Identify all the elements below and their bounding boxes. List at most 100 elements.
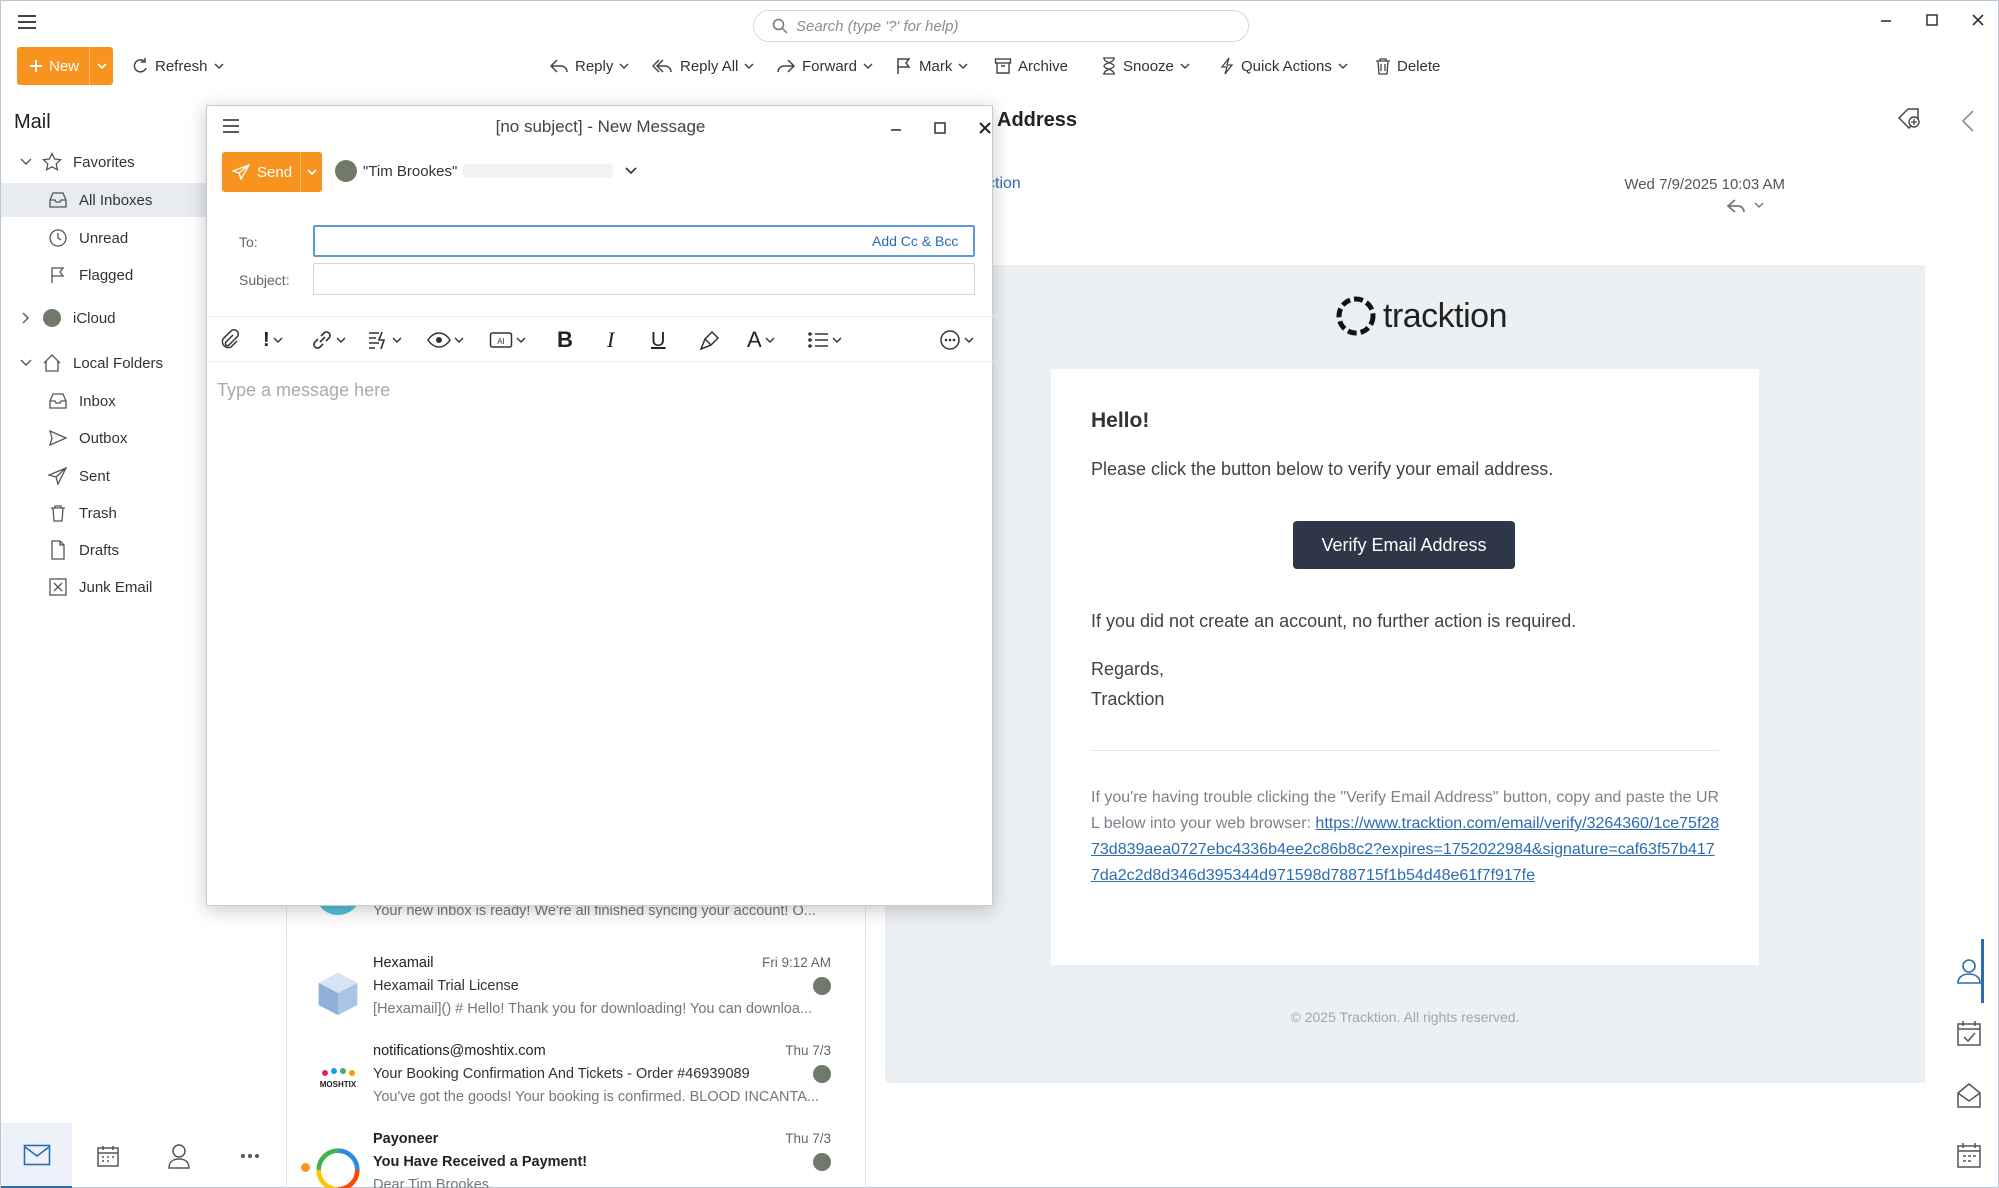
mail-icon[interactable] [1, 1123, 73, 1188]
message-preview: Dear Tim Brookes [373, 1177, 490, 1188]
account-avatar-icon [813, 1065, 831, 1083]
archive-label: Archive [1018, 57, 1069, 75]
home-icon [41, 353, 63, 373]
svg-text:MOSHTIX: MOSHTIX [320, 1080, 357, 1089]
contact-icon[interactable] [1955, 957, 1983, 985]
italic-icon[interactable]: I [607, 325, 614, 355]
maximize-icon[interactable] [925, 114, 955, 142]
verify-email-button[interactable]: Verify Email Address [1293, 521, 1515, 569]
contacts-icon[interactable] [144, 1123, 215, 1188]
calendar-icon[interactable] [72, 1123, 143, 1188]
close-icon[interactable] [1955, 7, 1999, 33]
list-item[interactable]: Payoneer Thu 7/3 You Have Received a Pay… [287, 1131, 867, 1188]
sidebar-item-favorites[interactable]: Favorites [1, 145, 211, 179]
sidebar-item-label: Local Folders [73, 354, 164, 372]
sidebar-item-inbox[interactable]: Inbox [1, 384, 211, 418]
sidebar-item-label: Junk Email [79, 578, 153, 596]
sidebar-item-local-folders[interactable]: Local Folders [1, 346, 211, 380]
bulleted-list-icon[interactable] [807, 325, 842, 355]
from-account-select[interactable]: "Tim Brookes" [335, 160, 637, 182]
sidebar-item-all-inboxes[interactable]: All Inboxes [1, 183, 211, 217]
lightning-icon [1219, 57, 1235, 75]
maximize-icon[interactable] [1909, 7, 1955, 33]
font-icon[interactable]: A [747, 325, 775, 355]
more-icon[interactable] [215, 1123, 286, 1188]
sidebar-item-label: iCloud [73, 309, 116, 327]
svg-text:AI: AI [497, 337, 505, 346]
subject-field[interactable] [313, 263, 975, 295]
eye-icon[interactable] [427, 325, 464, 355]
text-field-icon[interactable]: AI [489, 325, 526, 355]
new-button[interactable]: New [17, 47, 113, 85]
message-body-editor[interactable]: Type a message here [217, 380, 390, 401]
close-icon[interactable] [970, 114, 1000, 142]
link-icon[interactable] [311, 325, 346, 355]
search-bar[interactable]: Search (type '?' for help) [753, 10, 1249, 42]
forward-button[interactable]: Forward [776, 47, 873, 85]
sidebar-item-label: Outbox [79, 429, 128, 447]
paper-plane-icon [232, 164, 250, 180]
refresh-label: Refresh [155, 57, 208, 75]
sidebar-item-label: Drafts [79, 541, 120, 559]
flag-icon [895, 57, 913, 75]
chevron-down-icon[interactable] [19, 158, 33, 166]
delete-button[interactable]: Delete [1375, 47, 1440, 85]
subject-label: Subject: [239, 272, 290, 288]
format-painter-icon[interactable] [699, 325, 721, 355]
reply-all-button[interactable]: Reply All [652, 47, 754, 85]
task-calendar-icon[interactable] [1955, 1019, 1983, 1047]
minimize-icon[interactable] [881, 114, 911, 142]
sidebar-item-label: All Inboxes [79, 191, 153, 209]
paperclip-icon[interactable] [219, 325, 239, 355]
reading-pane: Address ction Wed 7/9/2025 10:03 AM trac… [867, 101, 1935, 1188]
chevron-right-icon[interactable] [19, 312, 33, 324]
folder-sidebar: Mail Favorites All Inboxes Unread Flagge… [1, 101, 211, 1123]
mail-app-window: Search (type '?' for help) New Refresh R… [0, 0, 1999, 1188]
chevron-down-icon[interactable] [301, 168, 322, 176]
minimize-icon[interactable] [1863, 7, 1909, 33]
reply-icon[interactable] [1725, 197, 1765, 215]
delete-label: Delete [1397, 57, 1441, 75]
main-menu-icon[interactable] [15, 10, 39, 34]
sidebar-item-unread[interactable]: Unread [1, 221, 211, 255]
sidebar-item-flagged[interactable]: Flagged [1, 258, 211, 292]
calendar-icon[interactable] [1955, 1141, 1983, 1169]
add-cc-bcc-link[interactable]: Add Cc & Bcc [872, 233, 958, 249]
sidebar-item-sent[interactable]: Sent [1, 459, 211, 493]
sidebar-item-icloud[interactable]: iCloud [1, 301, 211, 335]
sidebar-item-drafts[interactable]: Drafts [1, 533, 211, 567]
list-item[interactable]: MOSHTIX notifications@moshtix.com Thu 7/… [287, 1043, 867, 1131]
sidebar-item-trash[interactable]: Trash [1, 496, 211, 530]
forward-label: Forward [802, 57, 858, 75]
reply-button[interactable]: Reply [549, 47, 629, 85]
underline-icon[interactable]: U [651, 325, 665, 355]
quick-text-icon[interactable] [367, 325, 402, 355]
archive-button[interactable]: Archive [994, 47, 1068, 85]
mark-button[interactable]: Mark [895, 47, 968, 85]
tracktion-logo-icon [1336, 296, 1376, 336]
chevron-left-icon[interactable] [1955, 107, 1983, 135]
sidebar-item-outbox[interactable]: Outbox [1, 421, 211, 455]
bold-icon[interactable]: B [557, 325, 573, 355]
reply-label: Reply [575, 57, 614, 75]
quick-actions-button[interactable]: Quick Actions [1219, 47, 1348, 85]
snooze-button[interactable]: Snooze [1101, 47, 1190, 85]
tag-add-icon[interactable] [1897, 107, 1921, 129]
chevron-down-icon [958, 62, 968, 70]
list-item[interactable]: Hexamail Fri 9:12 AM Hexamail Trial Lice… [287, 955, 867, 1043]
chevron-down-icon[interactable] [19, 359, 33, 367]
regards-text: Regards, [1091, 659, 1165, 679]
sidebar-item-label: Trash [79, 504, 117, 522]
clock-icon [47, 228, 69, 248]
refresh-button[interactable]: Refresh [131, 47, 224, 85]
send-button[interactable]: Send [222, 152, 322, 192]
newsletter-icon[interactable] [1955, 1081, 1983, 1109]
importance-icon[interactable]: ! [263, 325, 283, 355]
moshtix-logo-icon: MOSHTIX [320, 1068, 357, 1089]
sidebar-item-label: Favorites [73, 153, 135, 171]
message-date: Fri 9:12 AM [761, 955, 831, 970]
chevron-down-icon[interactable] [90, 62, 113, 70]
more-options-icon[interactable] [939, 325, 974, 355]
message-date: Wed 7/9/2025 10:03 AM [1624, 176, 1785, 193]
sidebar-item-junk-email[interactable]: Junk Email [1, 570, 211, 604]
